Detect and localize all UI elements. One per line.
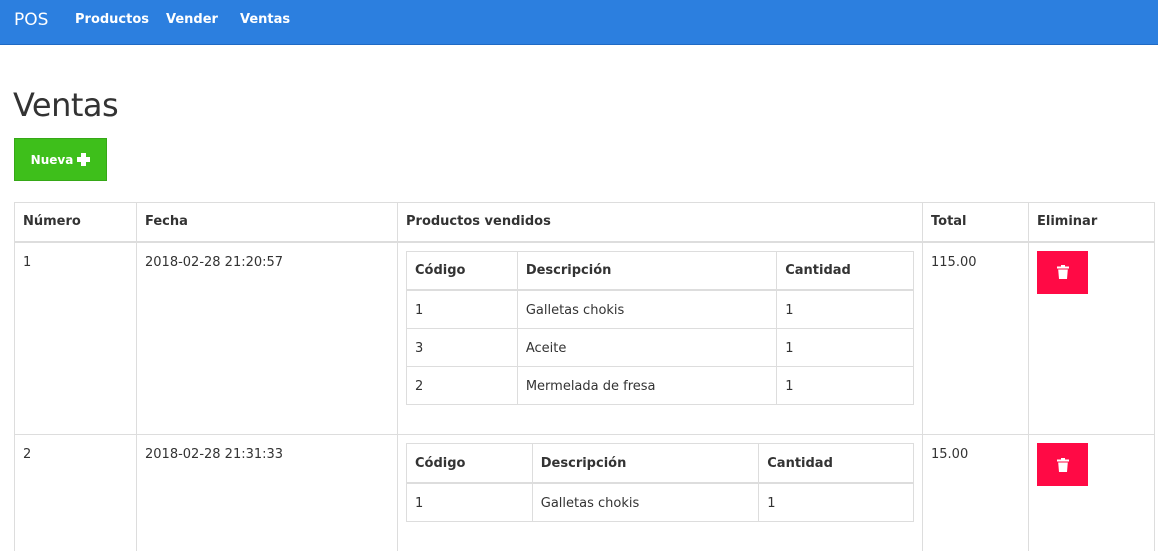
- new-sale-button[interactable]: Nueva: [14, 138, 107, 181]
- product-codigo: 1: [406, 482, 533, 522]
- product-cantidad: 1: [758, 482, 914, 522]
- header-eliminar: Eliminar: [1028, 202, 1155, 243]
- product-descripcion: Galletas chokis: [531, 482, 760, 522]
- product-row: 1 Galletas chokis 1: [406, 482, 914, 522]
- cell-eliminar: [1028, 434, 1155, 551]
- sales-table-header-row: Número Fecha Productos vendidos Total El…: [14, 202, 1155, 243]
- sales-table: Número Fecha Productos vendidos Total El…: [14, 202, 1155, 551]
- brand-link[interactable]: POS: [14, 10, 48, 30]
- product-cantidad: 1: [776, 328, 914, 367]
- header-numero: Número: [14, 202, 137, 243]
- header-codigo: Código: [406, 250, 518, 291]
- trash-icon: [1056, 457, 1069, 472]
- product-codigo: 2: [406, 366, 518, 405]
- products-table: Código Descripción Cantidad 1 Galletas c…: [406, 443, 914, 522]
- cell-total: 15.00: [922, 434, 1029, 551]
- cell-productos: Código Descripción Cantidad 1 Galletas c…: [397, 434, 923, 551]
- navbar: POS Productos Vender Ventas: [0, 0, 1158, 45]
- header-productos: Productos vendidos: [397, 202, 923, 243]
- product-row: 1 Galletas chokis 1: [406, 289, 914, 329]
- nav-link-vender[interactable]: Vender: [166, 12, 218, 27]
- new-sale-button-label: Nueva: [30, 152, 74, 167]
- cell-numero: 2: [14, 434, 137, 551]
- delete-sale-button[interactable]: [1037, 443, 1088, 486]
- cell-total: 115.00: [922, 241, 1029, 435]
- header-descripcion: Descripción: [516, 250, 778, 291]
- delete-sale-button[interactable]: [1037, 250, 1088, 294]
- product-codigo: 3: [406, 328, 518, 367]
- header-cantidad: Cantidad: [776, 250, 914, 291]
- product-row: 3 Aceite 1: [406, 328, 914, 367]
- cell-eliminar: [1028, 241, 1155, 435]
- product-descripcion: Galletas chokis: [516, 289, 778, 329]
- trash-icon: [1056, 265, 1069, 279]
- header-cantidad: Cantidad: [758, 443, 914, 484]
- header-fecha: Fecha: [136, 202, 398, 243]
- product-row: 2 Mermelada de fresa 1: [406, 366, 914, 405]
- products-header-row: Código Descripción Cantidad: [406, 250, 914, 291]
- plus-icon: [77, 153, 91, 166]
- table-row: 2 2018-02-28 21:31:33 Código Descripción…: [14, 434, 1155, 551]
- cell-fecha: 2018-02-28 21:20:57: [136, 241, 398, 435]
- cell-productos: Código Descripción Cantidad 1 Galletas c…: [397, 241, 923, 435]
- nav-link-ventas[interactable]: Ventas: [240, 12, 290, 27]
- product-codigo: 1: [406, 289, 518, 329]
- nav-link-productos[interactable]: Productos: [75, 12, 149, 27]
- product-descripcion: Aceite: [516, 328, 778, 367]
- header-codigo: Código: [406, 443, 533, 484]
- header-total: Total: [922, 202, 1029, 243]
- products-header-row: Código Descripción Cantidad: [406, 443, 914, 484]
- products-table: Código Descripción Cantidad 1 Galletas c…: [406, 250, 914, 405]
- cell-fecha: 2018-02-28 21:31:33: [136, 434, 398, 551]
- header-descripcion: Descripción: [531, 443, 760, 484]
- page-title: Ventas: [13, 86, 119, 124]
- cell-numero: 1: [14, 241, 137, 435]
- product-cantidad: 1: [776, 366, 914, 405]
- table-row: 1 2018-02-28 21:20:57 Código Descripción…: [14, 241, 1155, 435]
- product-cantidad: 1: [776, 289, 914, 329]
- product-descripcion: Mermelada de fresa: [516, 366, 778, 405]
